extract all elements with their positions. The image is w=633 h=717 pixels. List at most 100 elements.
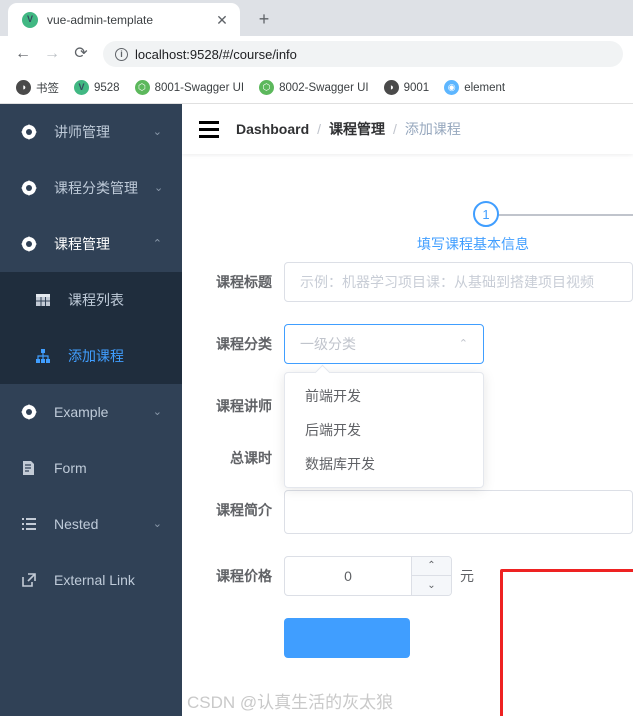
site-info-icon[interactable]: i	[115, 47, 128, 61]
chevron-down-icon[interactable]: ⌄	[412, 576, 451, 595]
sidebar-item-label: 讲师管理	[54, 124, 110, 140]
element-icon: ◉	[444, 80, 460, 95]
course-category-select[interactable]: 一级分类 ⌃	[284, 324, 484, 364]
sidebar-submenu: 课程列表 添加课程	[0, 272, 182, 384]
vue-icon: V	[74, 80, 89, 95]
sidebar-item-add-course[interactable]: 添加课程	[0, 328, 182, 384]
sidebar-item-nested[interactable]: Nested ⌄	[0, 496, 182, 552]
globe-icon: ◑	[16, 80, 31, 95]
swagger-icon: ⬡	[259, 80, 275, 95]
navigation-bar: ← → ⟳ i localhost:9528/#/course/info	[0, 36, 633, 72]
close-icon[interactable]: ✕	[213, 11, 231, 29]
price-spinner: ⌃ ⌄	[411, 557, 451, 595]
sidebar-item-label: 课程列表	[68, 292, 124, 308]
bookmark-item[interactable]: ◉ element	[438, 77, 511, 98]
compass-icon	[20, 180, 38, 196]
compass-icon	[20, 404, 38, 420]
address-bar-url: localhost:9528/#/course/info	[135, 46, 297, 62]
sidebar-item-label: 课程管理	[54, 236, 110, 252]
sidebar: 讲师管理 ⌄ 课程分类管理 ⌄ 课程管理 ⌃ 课程列表 添加课程 Example…	[0, 104, 182, 716]
page-body: 1 填写课程基本信息 课程标题 示例：机器学习项目课：从基础到搭建项目视频 课程…	[182, 176, 633, 716]
course-category-placeholder: 一级分类	[300, 336, 356, 352]
course-price-stepper[interactable]: 0 ⌃ ⌄	[284, 556, 452, 596]
sidebar-item-course-category-management[interactable]: 课程分类管理 ⌄	[0, 160, 182, 216]
sidebar-item-label: 课程分类管理	[54, 180, 138, 196]
breadcrumb-separator: /	[393, 121, 397, 137]
course-form: 课程标题 示例：机器学习项目课：从基础到搭建项目视频 课程分类 一级分类 ⌃ 前…	[182, 256, 633, 658]
sidebar-item-external-link[interactable]: External Link	[0, 552, 182, 608]
bookmark-label: 9528	[94, 81, 120, 94]
course-price-value[interactable]: 0	[285, 568, 411, 584]
bookmark-item[interactable]: ⬡ 8002-Swagger UI	[253, 77, 375, 98]
bookmark-label: 8001-Swagger UI	[154, 81, 245, 94]
course-title-placeholder: 示例：机器学习项目课：从基础到搭建项目视频	[300, 274, 594, 290]
sidebar-item-course-list[interactable]: 课程列表	[0, 272, 182, 328]
tab-title: vue-admin-template	[47, 12, 154, 27]
table-icon	[34, 292, 52, 308]
tree-icon	[34, 348, 52, 364]
bookmark-item[interactable]: V 9528	[68, 77, 126, 98]
compass-icon	[20, 124, 38, 140]
course-intro-control	[284, 490, 633, 534]
dropdown-option[interactable]: 数据库开发	[285, 447, 483, 481]
bookmark-label: element	[464, 81, 506, 94]
compass-icon	[20, 236, 38, 252]
form-row-title: 课程标题 示例：机器学习项目课：从基础到搭建项目视频	[182, 262, 633, 302]
course-intro-textarea[interactable]	[284, 490, 633, 534]
bookmark-item[interactable]: ◑ 9001	[378, 77, 436, 98]
vue-icon-letter: V	[26, 14, 33, 24]
chevron-up-icon: ⌃	[152, 237, 162, 250]
form-row-category: 课程分类 一级分类 ⌃ 前端开发 后端开发 数据库开发	[182, 324, 633, 488]
course-title-control: 示例：机器学习项目课：从基础到搭建项目视频	[284, 262, 633, 302]
browser-tab[interactable]: V vue-admin-template ✕	[8, 3, 240, 36]
course-category-dropdown: 前端开发 后端开发 数据库开发	[284, 372, 484, 488]
form-row-intro: 课程简介	[182, 490, 633, 534]
course-category-label: 课程分类	[216, 336, 272, 352]
sidebar-item-course-management[interactable]: 课程管理 ⌃	[0, 216, 182, 272]
breadcrumb-item-add-course: 添加课程	[404, 121, 461, 137]
reload-icon[interactable]: ⟳	[68, 41, 94, 67]
sidebar-item-example[interactable]: Example ⌄	[0, 384, 182, 440]
address-bar[interactable]: i localhost:9528/#/course/info	[103, 41, 623, 67]
breadcrumb-item-course-management[interactable]: 课程管理	[329, 119, 385, 139]
app-shell: 讲师管理 ⌄ 课程分类管理 ⌄ 课程管理 ⌃ 课程列表 添加课程 Example…	[0, 104, 633, 716]
dropdown-option[interactable]: 前端开发	[285, 379, 483, 413]
sidebar-item-label: 添加课程	[68, 348, 124, 364]
hamburger-icon[interactable]	[192, 112, 226, 146]
breadcrumb-item-dashboard[interactable]: Dashboard	[236, 121, 309, 137]
vue-icon: V	[22, 11, 38, 28]
bookmark-item[interactable]: ⬡ 8001-Swagger UI	[129, 77, 251, 98]
chevron-down-icon: ⌄	[152, 405, 162, 418]
sidebar-item-label: Nested	[54, 516, 99, 532]
dropdown-option[interactable]: 后端开发	[285, 413, 483, 447]
chevron-up-icon[interactable]: ⌃	[459, 338, 468, 350]
main-content: Dashboard / 课程管理 / 添加课程 1 填写课程基本信息 课程标题 …	[182, 104, 633, 716]
new-tab-button[interactable]: +	[250, 5, 278, 33]
chevron-down-icon: ⌄	[152, 517, 162, 530]
chevron-down-icon: ⌄	[152, 125, 162, 138]
sidebar-item-label: Form	[54, 460, 87, 476]
swagger-icon: ⬡	[134, 80, 150, 95]
bookmarks-bar: ◑ 书签 V 9528 ⬡ 8001-Swagger UI ⬡ 8002-Swa…	[0, 72, 633, 104]
course-title-input[interactable]: 示例：机器学习项目课：从基础到搭建项目视频	[284, 262, 633, 302]
bookmark-label: 书签	[36, 82, 59, 95]
steps-indicator: 1 填写课程基本信息	[182, 176, 633, 256]
browser-chrome: V vue-admin-template ✕ + ← → ⟳ i localho…	[0, 0, 633, 104]
watermark: CSDN @认真生活的灰太狼	[187, 693, 394, 712]
sidebar-item-form[interactable]: Form	[0, 440, 182, 496]
globe-icon: ◑	[383, 80, 399, 95]
form-icon	[20, 460, 38, 476]
forward-icon[interactable]: →	[39, 41, 65, 67]
breadcrumb: Dashboard / 课程管理 / 添加课程	[236, 119, 461, 139]
sidebar-item-teacher-management[interactable]: 讲师管理 ⌄	[0, 104, 182, 160]
form-row-price: 课程价格 0 ⌃ ⌄ 元	[182, 556, 633, 596]
course-price-unit: 元	[460, 568, 474, 584]
bookmark-item[interactable]: ◑ 书签	[10, 77, 65, 99]
chevron-up-icon[interactable]: ⌃	[412, 557, 451, 576]
bookmark-label: 8002-Swagger UI	[279, 81, 369, 94]
course-price-control: 0 ⌃ ⌄ 元	[284, 556, 633, 596]
back-icon[interactable]: ←	[10, 41, 36, 67]
step-connector-line	[492, 214, 633, 216]
course-teacher-label: 课程讲师	[216, 398, 272, 414]
submit-button[interactable]	[284, 618, 410, 658]
